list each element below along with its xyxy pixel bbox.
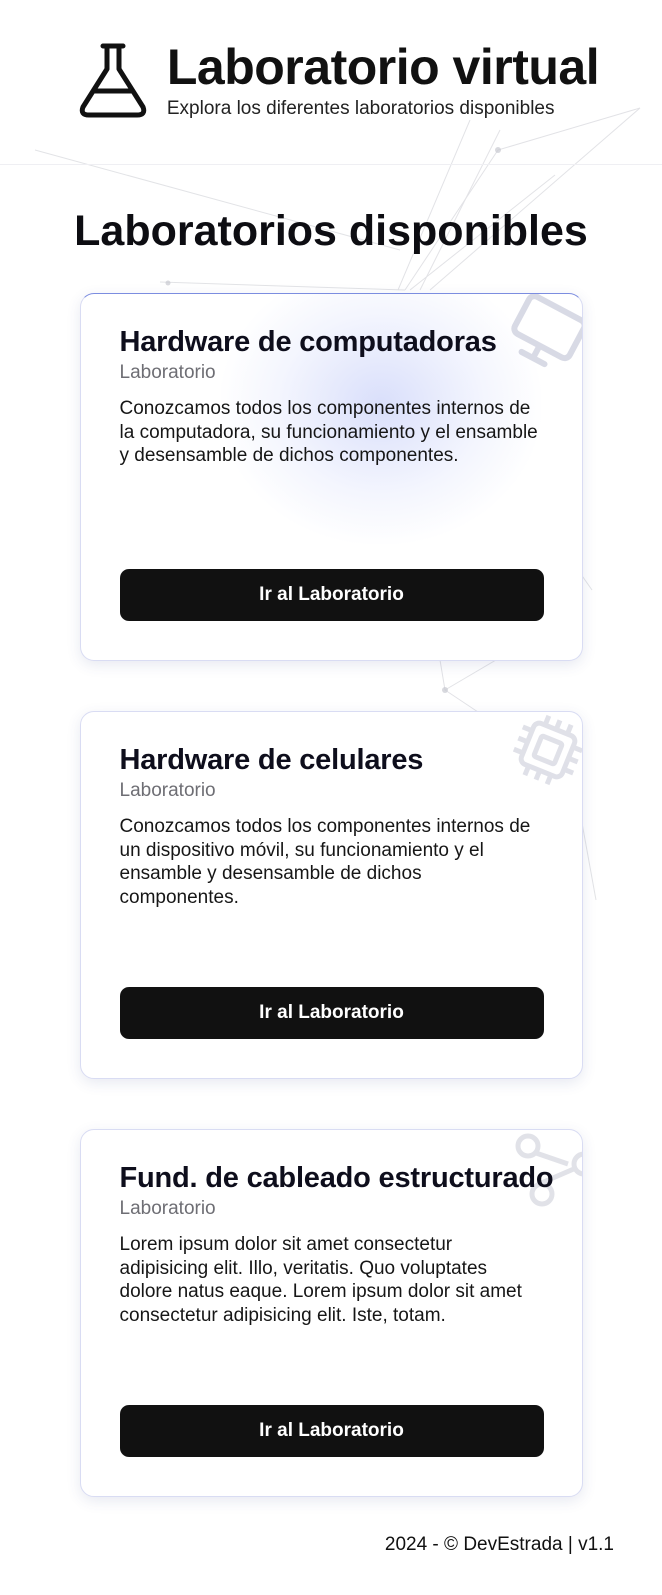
flask-icon — [79, 43, 147, 118]
card-title: Hardware de computadoras — [119, 326, 497, 358]
go-to-lab-button[interactable]: Ir al Laboratorio — [119, 569, 544, 621]
card-type: Laboratorio — [119, 362, 216, 383]
card-type: Laboratorio — [119, 1198, 216, 1219]
labs-list: Hardware de computadoras Laboratorio Con… — [0, 293, 662, 1497]
site-footer: 2024 - © DevEstrada | v1.1 — [384, 1534, 614, 1555]
site-header: Laboratorio virtual Explora los diferent… — [0, 0, 662, 165]
card-description: Lorem ipsum dolor sit amet consectetur a… — [119, 1234, 522, 1326]
card-description: Conozcamos todos los componentes interno… — [119, 398, 538, 466]
section-title: Laboratorios disponibles — [74, 207, 588, 255]
go-to-lab-button[interactable]: Ir al Laboratorio — [119, 987, 544, 1039]
brand: Laboratorio virtual Explora los diferent… — [77, 39, 600, 121]
card-title: Hardware de celulares — [119, 744, 424, 776]
lab-card-structured-cabling: Fund. de cableado estructurado Laborator… — [79, 1129, 583, 1497]
card-type: Laboratorio — [119, 780, 216, 801]
lab-card-mobile-hardware: Hardware de celulares Laboratorio Conozc… — [79, 711, 583, 1079]
card-title: Fund. de cableado estructurado — [119, 1162, 554, 1194]
card-description: Conozcamos todos los componentes interno… — [119, 816, 531, 908]
lab-card-computer-hardware: Hardware de computadoras Laboratorio Con… — [79, 293, 583, 661]
site-title: Laboratorio virtual — [166, 39, 600, 95]
go-to-lab-button[interactable]: Ir al Laboratorio — [119, 1405, 544, 1457]
site-subtitle: Explora los diferentes laboratorios disp… — [166, 98, 555, 119]
